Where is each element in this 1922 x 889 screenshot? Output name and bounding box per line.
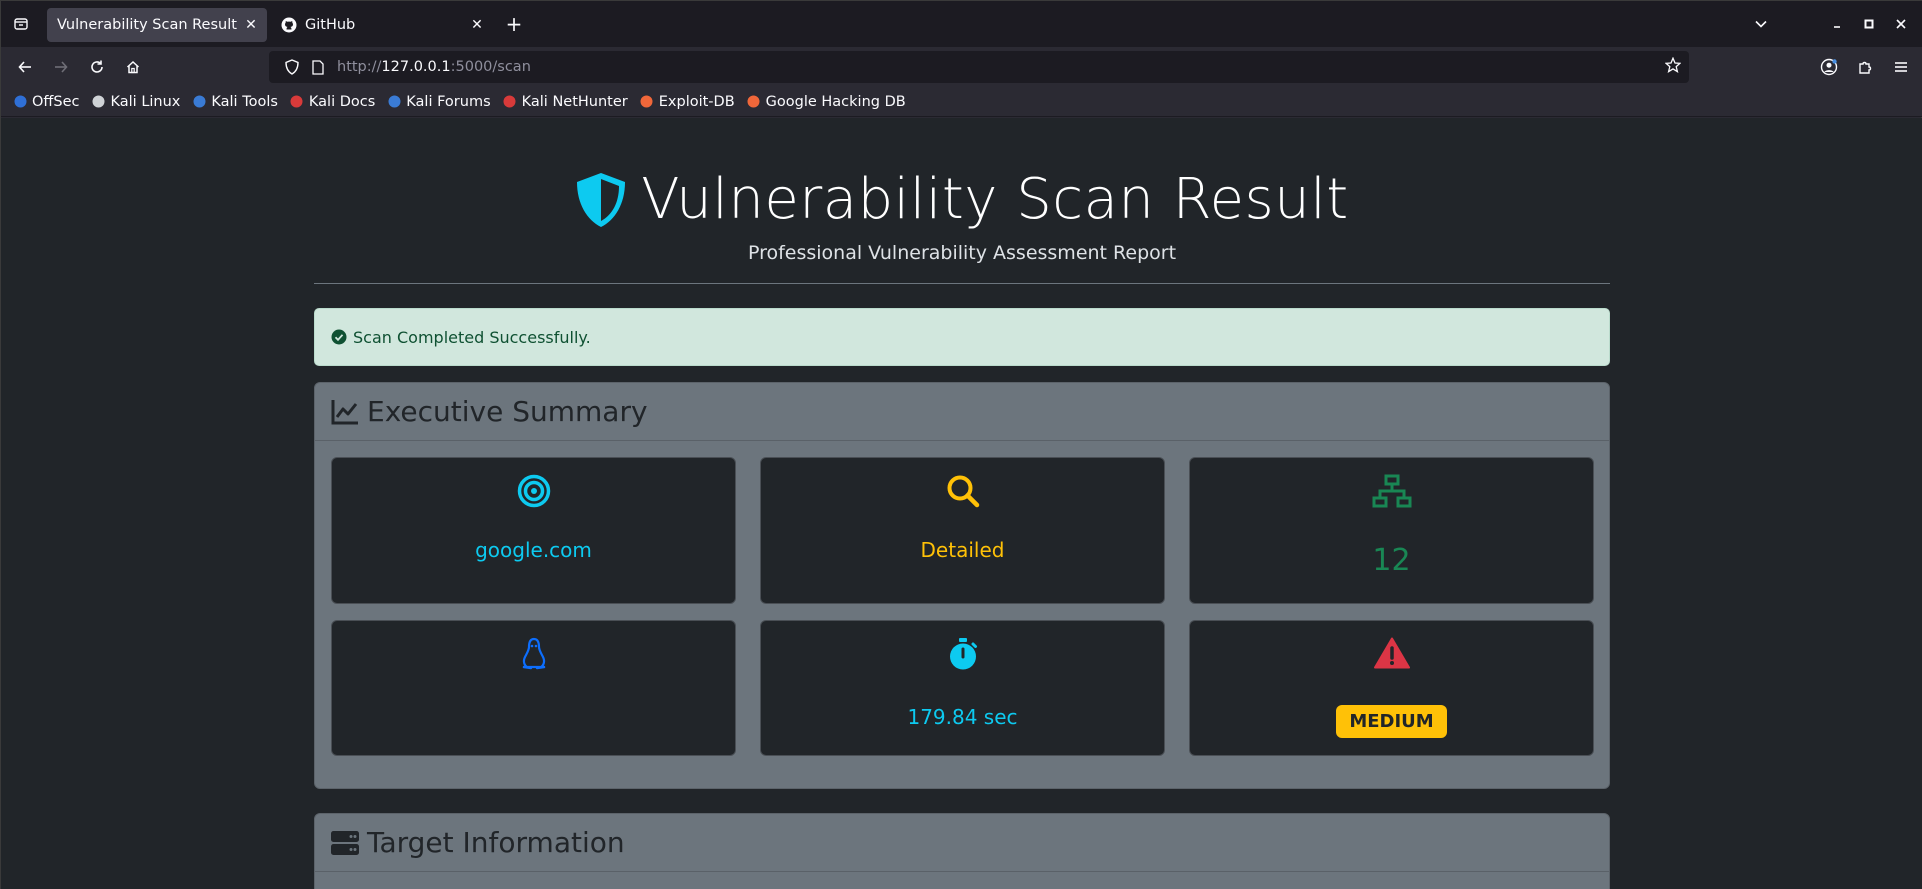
bullseye-icon	[332, 474, 735, 508]
tab-strip: Vulnerability Scan Result ✕ GitHub ✕ +	[1, 1, 1922, 47]
bookmarks-toolbar: OffSec Kali Linux Kali Tools Kali Docs Kali …	[1, 87, 1922, 117]
home-icon	[126, 60, 140, 74]
account-button[interactable]	[1811, 51, 1847, 83]
bookmark-label: Kali NetHunter	[521, 93, 628, 110]
extensions-button[interactable]	[1847, 51, 1883, 83]
firefox-view-icon	[14, 18, 28, 30]
summary-grid: google.com Detailed 12 179.84 sec MEDIUM	[315, 441, 1609, 788]
minimize-icon	[1834, 26, 1840, 28]
page-title: Vulnerability Scan Result	[314, 167, 1610, 232]
bookmark-item[interactable]: Kali Tools	[192, 94, 278, 110]
bookmark-favicon-icon	[13, 95, 27, 109]
github-icon	[281, 17, 297, 33]
close-icon[interactable]: ✕	[243, 17, 259, 33]
tab-label: GitHub	[305, 17, 356, 33]
server-icon	[331, 830, 359, 856]
browser-window: Vulnerability Scan Result ✕ GitHub ✕ + h…	[0, 0, 1922, 889]
minimize-button[interactable]	[1821, 1, 1853, 47]
bookmark-item[interactable]: Kali Docs	[290, 94, 375, 110]
os-stat	[331, 620, 736, 756]
chevron-down-icon	[1755, 20, 1767, 28]
target-stat: google.com	[331, 457, 736, 604]
bookmark-favicon-icon	[387, 95, 401, 109]
bookmark-item[interactable]: Kali Forums	[387, 93, 491, 110]
shield-icon	[575, 172, 627, 228]
account-icon	[1820, 58, 1838, 76]
scan-type-value: Detailed	[920, 538, 1005, 562]
bookmark-favicon-icon	[290, 95, 304, 109]
duration-stat: 179.84 sec	[760, 620, 1165, 756]
bookmark-favicon-icon	[503, 95, 517, 109]
card-header: Target Information	[315, 814, 1609, 872]
tab-vulnerability-scan[interactable]: Vulnerability Scan Result ✕	[47, 8, 267, 42]
forward-button[interactable]	[43, 51, 79, 83]
risk-stat: MEDIUM	[1189, 620, 1594, 756]
scan-type-stat: Detailed	[760, 457, 1165, 604]
bookmark-label: Kali Docs	[308, 93, 376, 110]
bookmark-item[interactable]: OffSec	[13, 94, 80, 110]
bookmark-label: OffSec	[32, 93, 80, 110]
hamburger-icon	[1895, 62, 1907, 72]
bookmark-label: Exploit-DB	[658, 93, 735, 110]
risk-level-badge: MEDIUM	[1336, 705, 1447, 738]
bookmark-label: Kali Tools	[211, 93, 278, 110]
chart-line-icon	[331, 399, 359, 425]
bookmark-item[interactable]: Kali NetHunter	[503, 94, 628, 110]
linux-icon	[332, 637, 735, 671]
tab-github[interactable]: GitHub ✕	[273, 8, 493, 42]
puzzle-icon	[1859, 61, 1872, 74]
tab-label: Vulnerability Scan Result	[57, 17, 237, 33]
list-all-tabs-button[interactable]	[1745, 1, 1777, 47]
page-subtitle: Professional Vulnerability Assessment Re…	[747, 242, 1177, 264]
bookmark-label: Kali Linux	[110, 93, 181, 110]
address-bar[interactable]: http://127.0.0.1:5000/scan	[269, 51, 1689, 83]
alert-text: Scan Completed Successfully.	[353, 327, 591, 347]
maximize-button[interactable]	[1853, 1, 1885, 47]
firefox-view-button[interactable]	[1, 1, 41, 47]
success-alert: Scan Completed Successfully.	[314, 308, 1610, 366]
executive-summary-card: Executive Summary google.com Detailed 12…	[314, 382, 1610, 789]
reload-icon	[91, 60, 103, 73]
shield-icon[interactable]	[279, 59, 305, 75]
page-header: Vulnerability Scan Result Professional V…	[314, 118, 1610, 264]
url-text[interactable]: http://127.0.0.1:5000/scan	[331, 59, 531, 75]
bookmark-favicon-icon	[192, 95, 206, 109]
bookmark-label: Kali Forums	[406, 93, 491, 110]
home-button[interactable]	[115, 51, 151, 83]
report-container: Vulnerability Scan Result Professional V…	[314, 118, 1610, 889]
ports-value: 12	[1372, 543, 1411, 578]
bookmark-favicon-icon	[640, 95, 654, 109]
target-information-card: Target Information	[314, 813, 1610, 889]
maximize-icon	[1864, 19, 1874, 29]
close-window-button[interactable]	[1885, 1, 1917, 47]
bookmark-favicon-icon	[747, 95, 761, 109]
menu-button[interactable]	[1883, 51, 1919, 83]
page-icon[interactable]	[305, 59, 331, 75]
stopwatch-icon	[761, 637, 1164, 671]
bookmark-favicon-icon	[92, 95, 106, 109]
bookmark-item[interactable]: Kali Linux	[92, 93, 181, 110]
close-icon	[1896, 19, 1906, 29]
network-icon	[1190, 474, 1593, 508]
bookmark-item[interactable]: Google Hacking DB	[747, 94, 906, 110]
reload-button[interactable]	[79, 51, 115, 83]
navigation-toolbar: http://127.0.0.1:5000/scan	[1, 47, 1922, 87]
ports-stat: 12	[1189, 457, 1594, 604]
duration-value: 179.84 sec	[907, 705, 1018, 729]
close-icon[interactable]: ✕	[469, 17, 485, 33]
new-tab-button[interactable]: +	[497, 7, 531, 41]
target-value: google.com	[475, 538, 592, 562]
arrow-right-icon	[55, 61, 68, 73]
back-button[interactable]	[7, 51, 43, 83]
bookmark-item[interactable]: Exploit-DB	[640, 94, 735, 110]
warning-triangle-icon	[1190, 637, 1593, 669]
divider	[314, 283, 1610, 284]
search-icon	[761, 474, 1164, 508]
arrow-left-icon	[18, 61, 31, 73]
bookmark-star-icon[interactable]	[1664, 56, 1682, 77]
page-content: Vulnerability Scan Result Professional V…	[1, 118, 1922, 889]
check-circle-icon	[331, 329, 347, 345]
bookmark-label: Google Hacking DB	[765, 93, 906, 110]
card-header: Executive Summary	[315, 383, 1609, 441]
